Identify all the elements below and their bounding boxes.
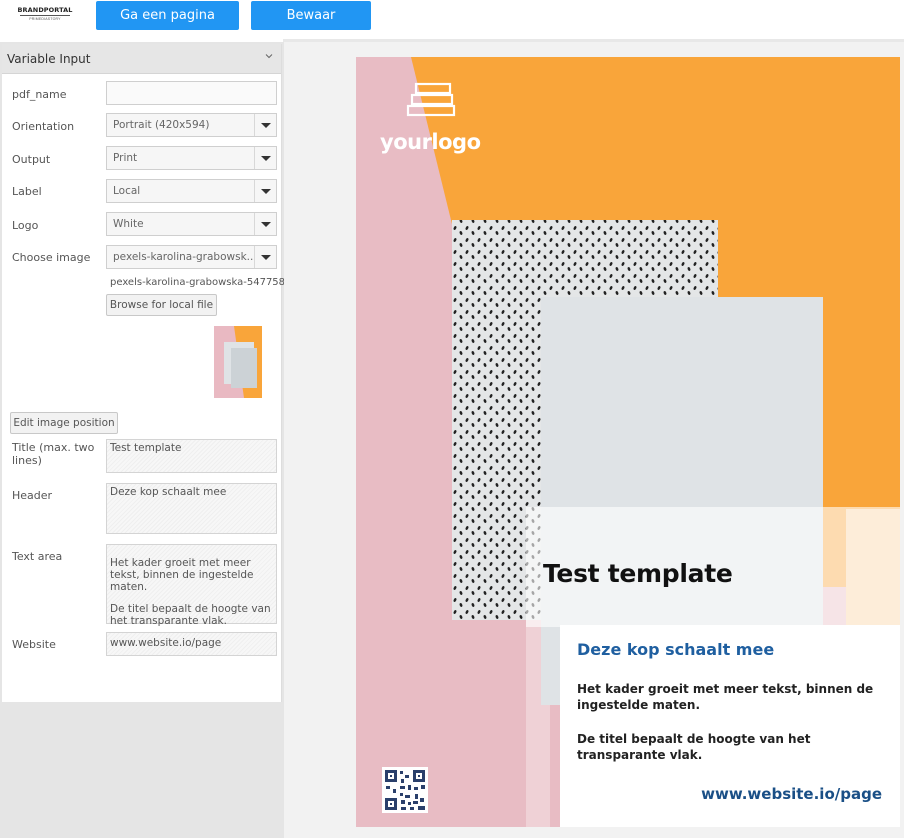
- text-area-line-1: Het kader groeit met meer tekst, binnen …: [110, 557, 254, 593]
- thumbnail-graphic: [214, 326, 262, 398]
- poster-text-card: Deze kop schaalt mee Het kader groeit me…: [560, 625, 900, 827]
- label-value: Local: [113, 185, 141, 197]
- poster-preview[interactable]: yourlogo Test template Deze kop schaalt …: [356, 57, 900, 827]
- label-select[interactable]: Local: [106, 179, 277, 203]
- text-area-line-2: De titel bepaalt de hoogte van het trans…: [110, 603, 271, 627]
- text-area-textarea[interactable]: Het kader groeit met meer tekst, binnen …: [106, 544, 277, 627]
- output-label: Output: [12, 153, 51, 166]
- header-textarea[interactable]: Deze kop schaalt mee: [106, 483, 277, 534]
- pdf-name-input[interactable]: [106, 81, 277, 105]
- orientation-label: Orientation: [12, 120, 75, 133]
- choose-image-label: Choose image: [12, 251, 91, 264]
- dropdown-arrow-icon[interactable]: [254, 147, 276, 169]
- logo-select[interactable]: White: [106, 212, 277, 236]
- text-area-label: Text area: [12, 550, 63, 563]
- poster-title: Test template: [543, 559, 733, 588]
- panel-header[interactable]: Variable Input: [2, 44, 281, 74]
- brand-name: BRANDPORTAL: [17, 6, 73, 14]
- logo-label: Logo: [12, 219, 39, 232]
- brand-divider: [20, 15, 70, 16]
- panel-title: Variable Input: [7, 52, 91, 66]
- image-thumbnail: [214, 326, 262, 398]
- chevron-down-icon[interactable]: [265, 52, 273, 60]
- top-bar: BRANDPORTAL PRIMEDIASTORY Ga een pagina …: [0, 0, 904, 52]
- browse-local-file-button[interactable]: Browse for local file: [106, 294, 217, 316]
- logo-value: White: [113, 218, 144, 230]
- label-label: Label: [12, 185, 42, 198]
- title-label: Title (max. two lines): [12, 441, 95, 467]
- poster-paragraph-2: De titel bepaalt de hoogte van het trans…: [577, 732, 811, 762]
- pdf-name-label: pdf_name: [12, 88, 67, 101]
- back-button[interactable]: Ga een pagina terug: [96, 1, 239, 52]
- website-label: Website: [12, 638, 56, 651]
- poster-website: www.website.io/page: [701, 785, 882, 803]
- header-label: Header: [12, 489, 53, 502]
- dropdown-arrow-icon[interactable]: [254, 180, 276, 202]
- image-filename: pexels-karolina-grabowska-547758: [110, 277, 286, 288]
- variable-input-panel: Variable Input pdf_name Orientation Port…: [2, 44, 286, 702]
- output-select[interactable]: Print: [106, 146, 277, 170]
- choose-image-select[interactable]: pexels-karolina-grabowsk...: [106, 245, 277, 269]
- choose-image-value: pexels-karolina-grabowsk...: [113, 251, 253, 263]
- poster-logo-text: yourlogo: [380, 130, 481, 154]
- dropdown-arrow-icon[interactable]: [254, 213, 276, 235]
- poster-header: Deze kop schaalt mee: [577, 640, 775, 659]
- dropdown-arrow-icon[interactable]: [254, 114, 276, 136]
- brand-sub: PRIMEDIASTORY: [29, 17, 61, 21]
- qr-code-icon: [382, 767, 428, 813]
- title-textarea[interactable]: Test template: [106, 439, 277, 473]
- edit-image-position-button[interactable]: Edit image position: [10, 412, 118, 434]
- brand-logo: BRANDPORTAL PRIMEDIASTORY: [16, 6, 74, 24]
- dropdown-arrow-icon[interactable]: [254, 246, 276, 268]
- orientation-value: Portrait (420x594): [113, 119, 210, 131]
- poster-paragraph-1: Het kader groeit met meer tekst, binnen …: [577, 682, 874, 712]
- save-design-button[interactable]: Bewaar ontwerp: [251, 1, 371, 52]
- output-value: Print: [113, 152, 138, 164]
- orientation-select[interactable]: Portrait (420x594): [106, 113, 277, 137]
- website-input[interactable]: www.website.io/page: [106, 632, 277, 656]
